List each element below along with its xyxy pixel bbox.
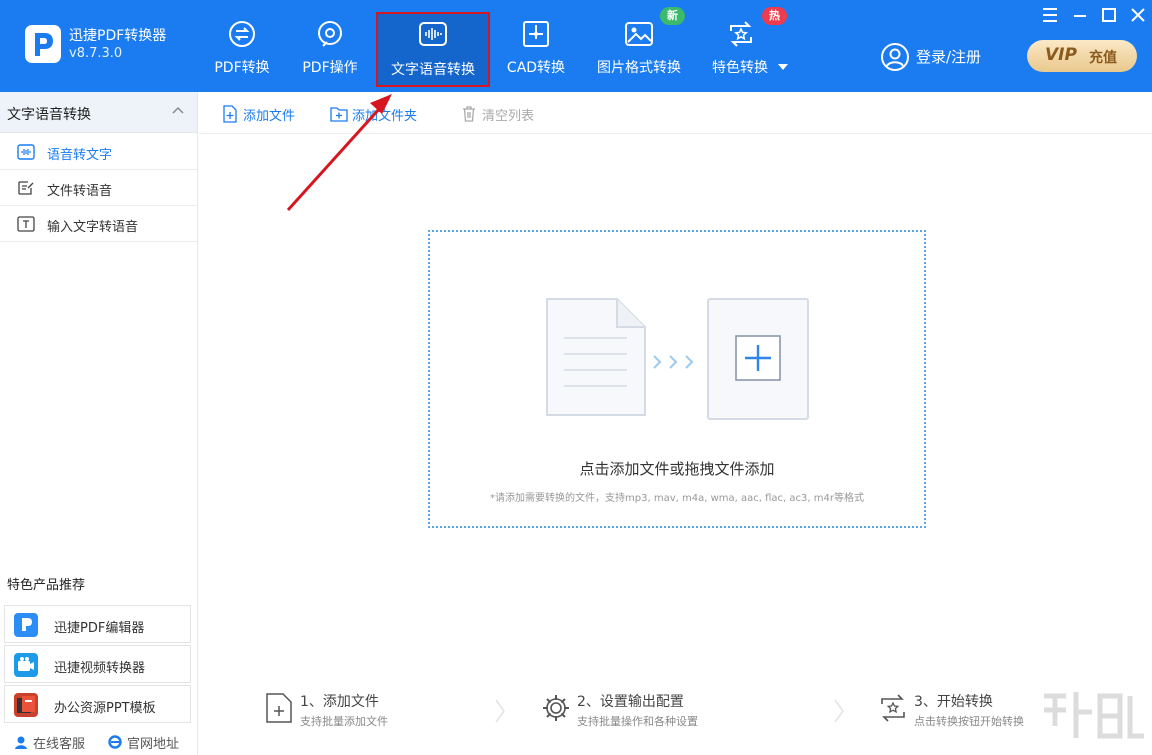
pdf-editor-logo	[14, 613, 38, 637]
text-input-icon	[17, 216, 35, 232]
nav-label: 文字语音转换	[391, 62, 475, 78]
sidebar-item-file-to-voice[interactable]: 文件转语音	[0, 170, 197, 206]
audio-wave-icon	[419, 22, 447, 46]
clear-list-button[interactable]: 清空列表	[460, 104, 550, 124]
vip-text: VIP	[1045, 45, 1077, 65]
watermark-logo	[1044, 692, 1144, 739]
chevron-right-icon	[834, 699, 844, 723]
sidebar-item-label: 输入文字转语音	[47, 220, 139, 235]
nav-label: 图片格式转换	[597, 60, 681, 76]
nav-text-voice-convert[interactable]: 文字语音转换	[376, 12, 490, 87]
sidebar-item-voice-to-text[interactable]: 语音转文字	[0, 134, 197, 170]
nav-pdf-convert[interactable]: PDF转换	[208, 14, 276, 86]
add-file-button[interactable]: 添加文件	[221, 104, 311, 124]
add-file-icon	[223, 105, 237, 123]
top-bar: 迅捷PDF转换器 v8.7.3.0 PDF转换 PDF操作 文字语音转换 CAD…	[0, 0, 1152, 92]
sidebar: 文字语音转换 语音转文字 文件转语音 输入文字转语音 特色产品推荐 迅捷PDF编…	[0, 92, 198, 755]
footer-link-label: 在线客服	[33, 737, 86, 752]
sidebar-item-label: 文件转语音	[47, 184, 113, 199]
nav-label: PDF转换	[214, 60, 270, 76]
clear-list-label: 清空列表	[482, 109, 535, 124]
video-converter-logo	[14, 653, 38, 677]
recharge-label: 充值	[1089, 50, 1117, 66]
start-convert-icon	[881, 694, 905, 722]
close-icon[interactable]	[1128, 6, 1148, 24]
recommend-label: 办公资源PPT模板	[54, 701, 156, 716]
pdf-operate-icon	[318, 21, 342, 47]
add-file-step-icon	[266, 693, 292, 723]
online-support-link[interactable]: 在线客服	[14, 733, 94, 752]
trash-icon	[463, 106, 475, 122]
menu-icon[interactable]	[1040, 6, 1060, 24]
maximize-icon[interactable]	[1099, 6, 1119, 24]
chevron-right-icon	[495, 699, 505, 723]
support-icon	[15, 736, 27, 749]
add-file-label: 添加文件	[243, 109, 296, 124]
add-folder-label: 添加文件夹	[352, 109, 418, 124]
star-convert-icon	[730, 21, 752, 47]
sidebar-title: 文字语音转换	[7, 107, 91, 123]
gear-icon	[543, 695, 569, 721]
file-drop-zone[interactable]: 点击添加文件或拖拽文件添加 *请添加需要转换的文件，支持mp3, mav, m4…	[428, 230, 926, 528]
chevron-down-icon	[778, 64, 788, 70]
nav-label: PDF操作	[302, 60, 358, 76]
recommend-title: 特色产品推荐	[7, 578, 86, 593]
add-folder-icon	[330, 107, 348, 122]
step-title: 2、设置输出配置	[577, 694, 684, 710]
browser-icon	[108, 735, 122, 749]
minimize-icon[interactable]	[1070, 6, 1090, 24]
recommend-label: 迅捷视频转换器	[54, 661, 146, 676]
toolbar: 添加文件 添加文件夹 清空列表	[199, 92, 1152, 134]
official-site-link[interactable]: 官网地址	[108, 733, 188, 752]
file-to-voice-icon	[18, 181, 34, 195]
ppt-template-logo	[14, 693, 38, 717]
login-label: 登录/注册	[916, 48, 982, 66]
step-title: 3、开始转换	[914, 694, 993, 710]
step-desc: 支持批量添加文件	[300, 715, 388, 728]
hot-badge: 热	[762, 7, 787, 25]
add-folder-button[interactable]: 添加文件夹	[330, 104, 440, 124]
step-desc: 支持批量操作和各种设置	[577, 715, 698, 728]
nav-cad-convert[interactable]: CAD转换	[502, 14, 570, 86]
step-desc: 点击转换按钮开始转换	[914, 715, 1024, 728]
sidebar-section-header[interactable]: 文字语音转换	[0, 92, 197, 133]
app-name: 迅捷PDF转换器	[69, 28, 167, 44]
voice-to-text-icon	[17, 144, 35, 160]
recommend-ppt-template[interactable]: 办公资源PPT模板	[4, 685, 191, 723]
drop-zone-title: 点击添加文件或拖拽文件添加	[579, 460, 775, 478]
sidebar-item-text-input[interactable]: 输入文字转语音	[0, 206, 197, 242]
new-badge: 新	[660, 7, 685, 25]
login-button[interactable]: 登录/注册	[880, 42, 981, 72]
app-logo	[25, 25, 61, 63]
user-icon	[881, 43, 909, 71]
image-icon	[625, 22, 653, 46]
nav-pdf-operate[interactable]: PDF操作	[296, 14, 364, 86]
vip-recharge-button[interactable]: VIP 充值	[1027, 40, 1137, 72]
pdf-convert-icon	[229, 21, 255, 47]
recommend-label: 迅捷PDF编辑器	[54, 621, 145, 636]
chevron-up-icon	[172, 106, 184, 114]
nav-label: CAD转换	[506, 60, 566, 76]
drop-zone-hint: *请添加需要转换的文件，支持mp3, mav, m4a, wma, aac, f…	[490, 493, 864, 504]
app-version: v8.7.3.0	[69, 46, 123, 61]
app-window: 迅捷PDF转换器 v8.7.3.0 PDF转换 PDF操作 文字语音转换 CAD…	[0, 0, 1152, 755]
drop-illustration	[546, 298, 809, 420]
recommend-pdf-editor[interactable]: 迅捷PDF编辑器	[4, 605, 191, 643]
recommend-video-converter[interactable]: 迅捷视频转换器	[4, 645, 191, 683]
footer-link-label: 官网地址	[127, 737, 180, 752]
step-title: 1、添加文件	[300, 694, 379, 710]
sidebar-item-label: 语音转文字	[47, 148, 113, 163]
cad-icon	[523, 21, 549, 47]
